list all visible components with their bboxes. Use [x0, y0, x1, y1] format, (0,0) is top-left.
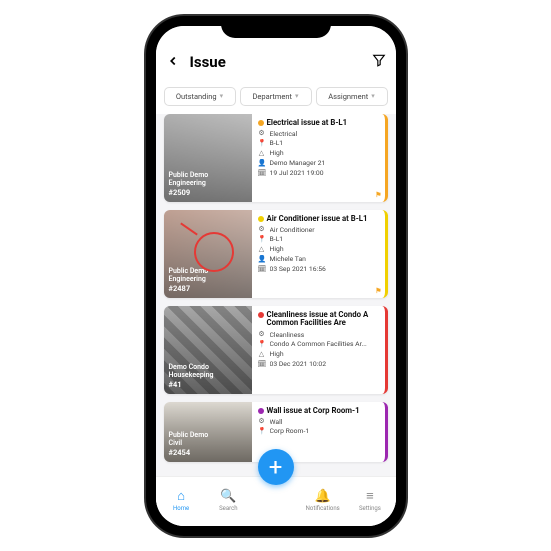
person-icon: 👤	[258, 255, 266, 263]
issue-date: 03 Dec 2021 10:02	[270, 360, 327, 368]
calendar-icon: 🗓	[258, 169, 266, 177]
priority-icon: △	[258, 245, 266, 253]
issue-category: Cleanliness	[270, 331, 305, 339]
status-dot	[258, 120, 264, 126]
issue-details: Air Conditioner issue at B-L1 ⚙ Air Condi…	[252, 210, 385, 298]
thumb-line1: Demo Condo	[169, 363, 214, 371]
issue-category: Wall	[270, 418, 283, 426]
issue-assignee: Demo Manager 21	[270, 159, 326, 167]
filter-chips: Outstanding ▾ Department ▾ Assignment ▾	[156, 81, 396, 114]
flag-icon: ⚑	[375, 287, 381, 295]
issue-title: Wall issue at Corp Room-1	[267, 407, 360, 416]
status-dot	[258, 216, 264, 222]
issue-priority: High	[270, 245, 284, 253]
issue-thumbnail: Public Demo Engineering #2487	[164, 210, 252, 298]
thumb-line1: Public Demo	[169, 171, 209, 179]
plus-icon: +	[269, 453, 283, 481]
home-icon: ⌂	[177, 488, 185, 504]
thumb-id: #2509	[169, 188, 209, 197]
issue-priority: High	[270, 350, 284, 358]
thumb-line2: Engineering	[169, 275, 209, 283]
issue-date: 19 Jul 2021 19:00	[270, 169, 324, 177]
calendar-icon: 🗓	[258, 360, 266, 368]
phone-notch	[221, 16, 331, 38]
tab-search-label: Search	[219, 505, 237, 512]
issue-card[interactable]: Demo Condo Housekeeping #41 Cleanliness …	[164, 306, 388, 394]
location-icon: 📍	[258, 235, 266, 243]
phone-screen: Issue Outstanding ▾ Department ▾ Assignm…	[156, 26, 396, 526]
tab-home[interactable]: ⌂ Home	[158, 488, 205, 512]
thumb-line2: Housekeeping	[169, 371, 214, 379]
issue-location: B-L1	[270, 139, 284, 147]
back-button[interactable]	[166, 52, 186, 73]
search-icon: 🔍	[220, 489, 236, 504]
tab-notifications-label: Notifications	[306, 505, 340, 512]
location-icon: 📍	[258, 340, 266, 348]
chevron-down-icon: ▾	[295, 92, 299, 100]
add-button[interactable]: +	[258, 449, 294, 485]
thumb-line1: Public Demo	[169, 431, 209, 439]
issue-title: Air Conditioner issue at B-L1	[267, 215, 368, 224]
issue-details: Electrical issue at B-L1 ⚙ Electrical 📍 B-…	[252, 114, 385, 202]
status-dot	[258, 312, 264, 318]
status-dot	[258, 408, 264, 414]
issue-card[interactable]: Public Demo Engineering #2509 Electrical…	[164, 114, 388, 202]
priority-icon: △	[258, 350, 266, 358]
thumb-id: #41	[169, 380, 214, 389]
issue-location: B-L1	[270, 235, 284, 243]
issue-location: Corp Room-1	[270, 427, 310, 435]
chip-department-label: Department	[252, 92, 292, 101]
filter-button[interactable]	[372, 53, 386, 71]
chip-status[interactable]: Outstanding ▾	[164, 87, 236, 106]
calendar-icon: 🗓	[258, 265, 266, 273]
category-icon: ⚙	[258, 417, 266, 425]
chevron-left-icon	[166, 54, 180, 68]
bell-icon: 🔔	[315, 489, 331, 504]
thumb-id: #2487	[169, 284, 209, 293]
phone-frame: Issue Outstanding ▾ Department ▾ Assignm…	[146, 16, 406, 536]
issue-priority: High	[270, 149, 284, 157]
issue-location: Condo A Common Facilities Ar...	[270, 340, 367, 348]
tab-settings-label: Settings	[359, 505, 381, 512]
category-icon: ⚙	[258, 129, 266, 137]
person-icon: 👤	[258, 159, 266, 167]
category-icon: ⚙	[258, 225, 266, 233]
issue-title: Cleanliness issue at Condo A Common Faci…	[267, 311, 379, 329]
chip-status-label: Outstanding	[176, 92, 217, 101]
issue-title: Electrical issue at B-L1	[267, 119, 348, 128]
thumb-line2: Civil	[169, 439, 209, 447]
issue-thumbnail: Demo Condo Housekeeping #41	[164, 306, 252, 394]
location-icon: 📍	[258, 139, 266, 147]
tab-home-label: Home	[173, 505, 189, 512]
chevron-down-icon: ▾	[220, 92, 224, 100]
issue-thumbnail: Public Demo Engineering #2509	[164, 114, 252, 202]
thumb-line2: Engineering	[169, 179, 209, 187]
thumb-id: #2454	[169, 448, 209, 457]
filter-icon	[372, 53, 386, 67]
issue-details: Cleanliness issue at Condo A Common Faci…	[252, 306, 385, 394]
chip-assignment[interactable]: Assignment ▾	[316, 87, 388, 106]
issue-card[interactable]: Public Demo Engineering #2487 Air Condit…	[164, 210, 388, 298]
page-title: Issue	[190, 53, 372, 71]
priority-icon: △	[258, 149, 266, 157]
category-icon: ⚙	[258, 330, 266, 338]
flag-icon: ⚑	[375, 191, 381, 199]
tab-search[interactable]: 🔍 Search	[205, 489, 252, 512]
chip-department[interactable]: Department ▾	[240, 87, 312, 106]
menu-icon: ≡	[366, 488, 374, 504]
issue-date: 03 Sep 2021 16:56	[270, 265, 326, 273]
location-icon: 📍	[258, 427, 266, 435]
issue-thumbnail: Public Demo Civil #2454	[164, 402, 252, 462]
tab-settings[interactable]: ≡ Settings	[346, 488, 393, 512]
issue-category: Air Conditioner	[270, 226, 315, 234]
tab-notifications[interactable]: 🔔 Notifications	[299, 489, 346, 512]
issue-category: Electrical	[270, 130, 298, 138]
chip-assignment-label: Assignment	[328, 92, 368, 101]
issue-assignee: Michele Tan	[270, 255, 306, 263]
chevron-down-icon: ▾	[371, 92, 375, 100]
